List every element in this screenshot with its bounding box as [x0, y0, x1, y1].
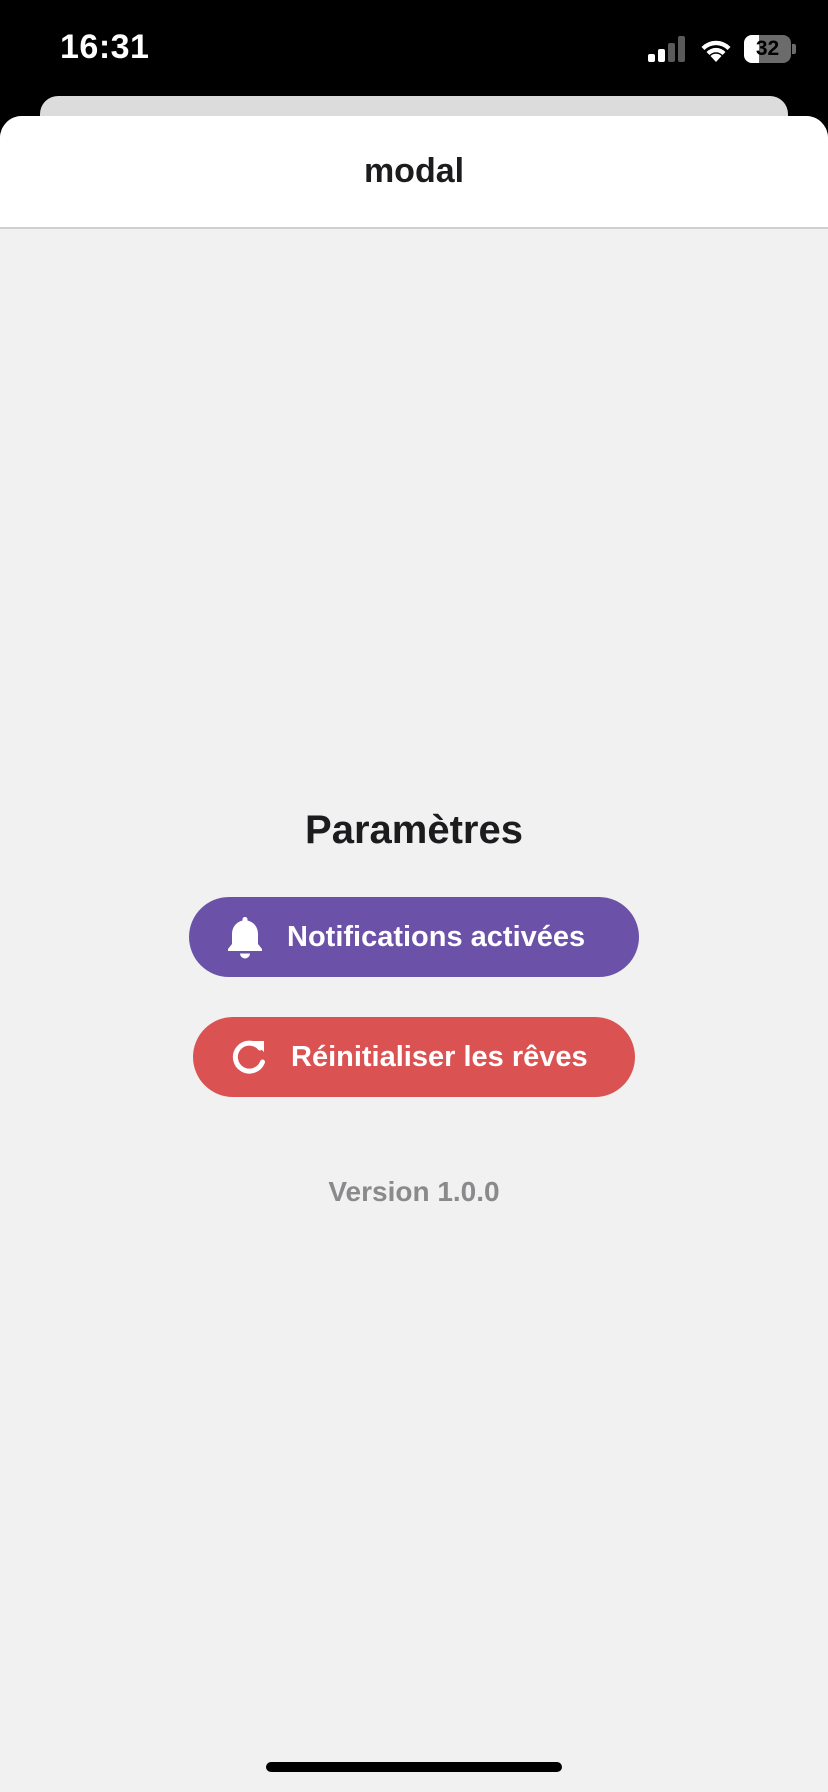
settings-title: Paramètres — [305, 808, 523, 852]
notifications-button[interactable]: Notifications activées — [189, 897, 639, 977]
modal-header: modal — [0, 116, 828, 229]
modal-title: modal — [363, 152, 465, 190]
refresh-icon — [229, 1035, 269, 1079]
bell-icon — [225, 915, 265, 959]
battery-level: 32 — [755, 37, 780, 60]
modal-sheet: modal Paramètres Notifications activées … — [0, 116, 828, 1792]
notifications-button-label: Notifications activées — [287, 920, 586, 953]
home-indicator[interactable] — [266, 1762, 562, 1772]
version-label: Version 1.0.0 — [328, 1176, 500, 1207]
status-icons: 32 — [648, 34, 796, 64]
status-bar: 16:31 32 — [0, 0, 828, 100]
reset-dreams-button-label: Réinitialiser les rêves — [291, 1040, 588, 1073]
reset-dreams-button[interactable]: Réinitialiser les rêves — [193, 1017, 635, 1097]
status-time: 16:31 — [60, 28, 150, 66]
battery-icon: 32 — [744, 35, 796, 63]
wifi-icon — [701, 40, 731, 62]
signal-icon — [648, 36, 685, 62]
